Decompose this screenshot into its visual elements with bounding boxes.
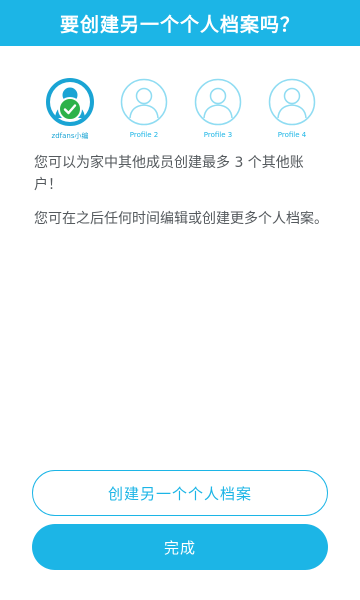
info-text-limit: 您可以为家中其他成员创建最多 3 个其他账户！ xyxy=(34,155,304,193)
page-title: 要创建另一个个人档案吗？ xyxy=(59,13,300,36)
avatar xyxy=(194,78,242,126)
profile-label-3: Profile 3 xyxy=(203,131,233,139)
avatar xyxy=(268,78,316,126)
profile-item-3[interactable]: Profile 3 xyxy=(183,78,253,139)
avatar-placeholder-icon xyxy=(120,78,168,126)
avatar-placeholder-icon xyxy=(268,78,316,126)
check-icon xyxy=(58,97,82,121)
avatar xyxy=(120,78,168,126)
profile-list: zdfans小编 Profile 2 Profile 3 Profile 4 xyxy=(0,78,360,144)
done-button[interactable]: 完成 xyxy=(32,524,328,570)
profile-label-1: zdfans小编 xyxy=(51,132,89,140)
profile-item-1[interactable]: zdfans小编 xyxy=(35,78,105,141)
avatar xyxy=(46,78,94,126)
create-another-profile-button[interactable]: 创建另一个个人档案 xyxy=(32,470,328,516)
avatar-placeholder-icon xyxy=(194,78,242,126)
profile-item-4[interactable]: Profile 4 xyxy=(257,78,327,139)
info-text-edit-later: 您可在之后任何时间编辑或创建更多个人档案。 xyxy=(34,211,328,227)
profile-label-2: Profile 2 xyxy=(129,131,159,139)
profile-label-4: Profile 4 xyxy=(277,131,307,139)
create-profile-screen: 要创建另一个个人档案吗？ zdfans小编 Profile 2 Profile … xyxy=(0,0,360,600)
header-bar: 要创建另一个个人档案吗？ xyxy=(0,0,360,46)
profile-item-2[interactable]: Profile 2 xyxy=(109,78,179,139)
